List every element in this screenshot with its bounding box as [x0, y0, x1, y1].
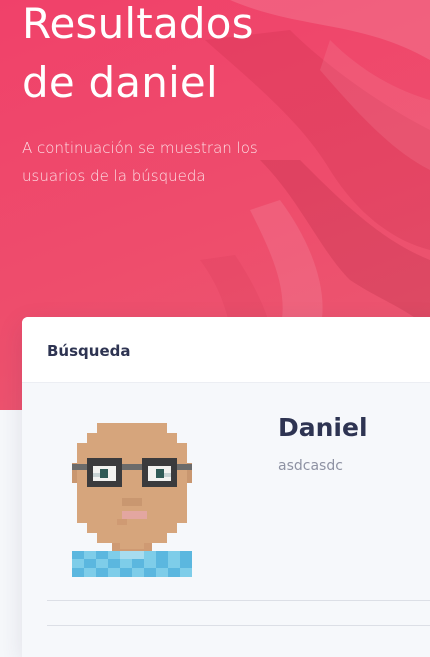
search-results-card: Búsqueda Daniel asdcasdc — [22, 317, 430, 657]
card-header: Búsqueda — [22, 317, 430, 383]
page-title-line-1: Resultados — [22, 0, 254, 48]
page-title: Resultados de daniel — [22, 0, 422, 112]
result-divider — [47, 625, 430, 626]
page-subtitle-line-1: A continuación se muestran los — [22, 139, 258, 157]
page-subtitle-line-2: usuarios de la búsqueda — [22, 167, 206, 185]
user-username: asdcasdc — [278, 458, 343, 474]
result-divider — [47, 600, 430, 601]
user-name[interactable]: Daniel — [278, 413, 368, 442]
card-title: Búsqueda — [47, 342, 131, 360]
page-title-line-2: de daniel — [22, 58, 218, 107]
pixel-avatar-icon — [72, 423, 192, 577]
page-subtitle: A continuación se muestran los usuarios … — [22, 134, 282, 190]
user-result-item[interactable]: Daniel asdcasdc — [22, 383, 430, 601]
